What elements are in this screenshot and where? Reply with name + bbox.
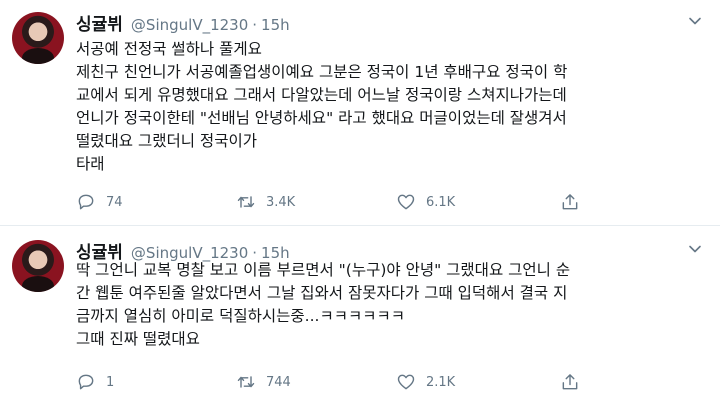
tweet-actions: 74 3.4K 6.1K	[76, 190, 636, 214]
tweet[interactable]: 싱귤뷔 @SingulV_1230 · 15h 딱 그언니 교복 명찰 보고 이…	[0, 225, 720, 400]
retweet-button[interactable]: 744	[236, 370, 291, 394]
reply-button[interactable]: 1	[76, 370, 114, 394]
tweet-text-line: 서공예 전정국 썰하나 풀게요	[76, 40, 262, 58]
retweet-button[interactable]: 3.4K	[236, 190, 295, 214]
tweet-text-line: 그때 진짜 떨렸대요	[76, 330, 200, 348]
avatar[interactable]	[12, 12, 64, 64]
tweet-text-line: 금까지 열심히 아미로 덕질하시는중...ㅋㅋㅋㅋㅋㅋ	[76, 307, 406, 325]
share-button[interactable]	[560, 190, 580, 214]
timestamp[interactable]: 15h	[261, 16, 290, 34]
chevron-down-icon[interactable]	[688, 14, 702, 28]
reply-button[interactable]: 74	[76, 190, 123, 214]
tweet-text-line: 간 웹툰 여주된줄 알았다면서 그날 집와서 잠못자다가 그때 입덕해서 결국 …	[76, 284, 568, 302]
reply-icon	[78, 194, 94, 210]
share-icon	[562, 194, 578, 210]
tweet-text-line: 떨렸대요 그랬더니 정국이가	[76, 132, 257, 150]
like-count: 6.1K	[426, 194, 456, 210]
tweet-text-line: 딱 그언니 교복 명찰 보고 이름 부르면서 "(누구)야 안녕" 그랬대요 그…	[76, 261, 571, 279]
reply-count: 1	[106, 374, 115, 390]
avatar[interactable]	[12, 240, 64, 292]
tweet[interactable]: 싱귤뷔 @SingulV_1230 · 15h 서공예 전정국 썰하나 풀게요 …	[0, 0, 720, 225]
like-icon	[397, 374, 415, 390]
retweet-icon	[237, 196, 255, 208]
separator-dot: ·	[252, 16, 258, 34]
tweet-text-line: 교에서 되게 유명했대요 그래서 다알았는데 어느날 정국이랑 스쳐지나가는데	[76, 86, 567, 104]
like-count: 2.1K	[426, 374, 456, 390]
tweet-text-line: 제친구 친언니가 서공예졸업생이예요 그분은 정국이 1년 후배구요 정국이 학	[76, 63, 568, 81]
reply-icon	[78, 374, 94, 390]
tweet-text: 딱 그언니 교복 명찰 보고 이름 부르면서 "(누구)야 안녕" 그랬대요 그…	[76, 259, 712, 351]
share-icon	[562, 374, 578, 390]
retweet-count: 744	[266, 374, 291, 390]
like-button[interactable]: 2.1K	[396, 370, 455, 394]
like-icon	[397, 194, 415, 210]
like-button[interactable]: 6.1K	[396, 190, 455, 214]
retweet-icon	[237, 376, 255, 388]
retweet-count: 3.4K	[266, 194, 296, 210]
share-button[interactable]	[560, 370, 580, 394]
reply-count: 74	[106, 194, 123, 210]
tweet-text: 서공예 전정국 썰하나 풀게요 제친구 친언니가 서공예졸업생이예요 그분은 정…	[76, 38, 712, 176]
tweet-actions: 1 744 2.1K	[76, 370, 636, 394]
display-name[interactable]: 싱귤뷔	[76, 10, 123, 35]
tweet-text-line: 언니가 정국이한테 "선배님 안녕하세요" 라고 했대요 머글이었는데 잘생겨서	[76, 109, 567, 127]
chevron-down-icon[interactable]	[688, 242, 702, 256]
user-handle[interactable]: @SingulV_1230	[131, 16, 248, 34]
tweet-text-line: 타래	[76, 155, 105, 173]
tweet-header: 싱귤뷔 @SingulV_1230 · 15h	[76, 10, 290, 35]
